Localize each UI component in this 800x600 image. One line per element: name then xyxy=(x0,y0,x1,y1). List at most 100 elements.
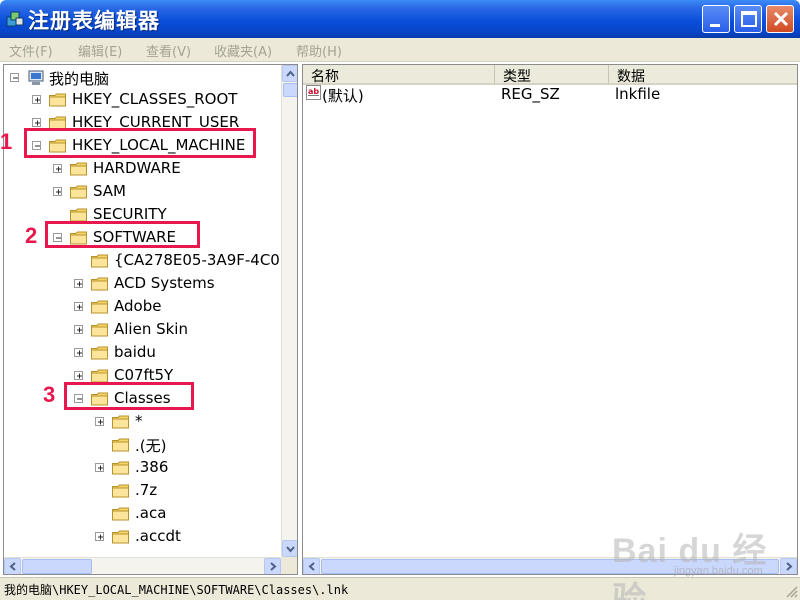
expand-icon xyxy=(56,189,61,195)
folder-icon xyxy=(70,185,87,199)
tree-node-label: Adobe xyxy=(114,297,162,315)
tree-expander[interactable] xyxy=(74,348,83,357)
tree-node[interactable]: * xyxy=(4,411,279,433)
maximize-icon xyxy=(741,11,757,27)
maximize-button[interactable] xyxy=(734,5,762,33)
tree-node-label: HKEY_CLASSES_ROOT xyxy=(72,90,238,108)
minimize-button[interactable] xyxy=(702,5,730,33)
value-type: REG_SZ xyxy=(501,85,560,103)
value-data: lnkfile xyxy=(615,85,661,103)
folder-icon xyxy=(91,346,108,360)
tree-expander[interactable] xyxy=(95,463,104,472)
scroll-right-button[interactable] xyxy=(264,558,281,574)
tree-root-my-computer[interactable]: 我的电脑 xyxy=(4,67,279,89)
scroll-left-button[interactable] xyxy=(4,558,21,574)
expand-icon xyxy=(98,419,103,425)
annotation-box-2 xyxy=(45,221,200,248)
tree-node[interactable]: ACD Systems xyxy=(4,273,279,295)
tree-expander[interactable] xyxy=(95,417,104,426)
tree-expander[interactable] xyxy=(53,187,62,196)
tree-node-label: 我的电脑 xyxy=(49,70,110,88)
menu-edit[interactable]: 编辑(E) xyxy=(78,41,122,60)
folder-icon xyxy=(70,208,87,222)
title-bar: 注册表编辑器 xyxy=(0,0,800,38)
column-header-type[interactable]: 类型 xyxy=(495,65,609,85)
regedit-icon xyxy=(6,11,24,27)
tree-node[interactable]: HKEY_CLASSES_ROOT xyxy=(4,89,279,111)
column-header-name[interactable]: 名称 xyxy=(303,65,495,85)
collapse-icon xyxy=(13,77,18,79)
annotation-number-3: 3 xyxy=(43,382,56,407)
tree-node-label: {CA278E05-3A9F-4C0D xyxy=(114,251,292,269)
tree-expander[interactable] xyxy=(74,325,83,334)
arrow-right-icon xyxy=(270,562,277,571)
expand-icon xyxy=(35,97,40,103)
tree-node-label: .aca xyxy=(135,504,167,522)
value-name[interactable]: (默认) xyxy=(322,85,364,106)
tree-node-label: .(无) xyxy=(135,437,167,455)
tree-horizontal-scrollbar[interactable] xyxy=(4,557,281,574)
arrow-left-icon xyxy=(9,562,16,571)
tree-node-label: Alien Skin xyxy=(114,320,188,338)
tree-expander[interactable] xyxy=(74,302,83,311)
tree-expander[interactable] xyxy=(32,95,41,104)
arrow-up-icon xyxy=(286,70,295,77)
tree-node-label: .7z xyxy=(135,481,158,499)
tree-node[interactable]: Adobe xyxy=(4,296,279,318)
tree-node[interactable]: .accdt xyxy=(4,526,279,548)
folder-icon xyxy=(112,507,129,521)
tree-vertical-scrollbar[interactable] xyxy=(281,65,297,557)
arrow-down-icon xyxy=(286,546,295,553)
annotation-number-1: 1 xyxy=(0,129,13,154)
tree-expander[interactable] xyxy=(74,371,83,380)
tree-node[interactable]: baidu xyxy=(4,342,279,364)
expand-icon xyxy=(35,120,40,126)
expand-icon xyxy=(56,166,61,172)
tree-node[interactable]: Alien Skin xyxy=(4,319,279,341)
tree-node[interactable]: HARDWARE xyxy=(4,158,279,180)
column-header-data[interactable]: 数据 xyxy=(609,65,797,85)
tree-expander[interactable] xyxy=(32,118,41,127)
tree-node[interactable]: .aca xyxy=(4,503,279,525)
expand-icon xyxy=(77,373,82,379)
folder-icon xyxy=(49,93,66,107)
menu-file[interactable]: 文件(F) xyxy=(9,41,53,60)
folder-icon xyxy=(91,277,108,291)
menu-view[interactable]: 查看(V) xyxy=(146,41,191,60)
folder-icon xyxy=(91,300,108,314)
folder-icon xyxy=(91,323,108,337)
tree-node-label: SAM xyxy=(93,182,127,200)
baidu-watermark: Bai du 经验 jingyan.baidu.com xyxy=(612,515,792,600)
menu-favorites[interactable]: 收藏夹(A) xyxy=(214,41,272,60)
folder-icon xyxy=(70,162,87,176)
tree-expander[interactable] xyxy=(95,532,104,541)
annotation-box-3 xyxy=(64,382,194,410)
string-value-icon: ab xyxy=(306,85,321,100)
tree-node-label: .accdt xyxy=(135,527,181,545)
tree-node[interactable]: SAM xyxy=(4,181,279,203)
folder-icon xyxy=(91,254,108,268)
tree-expander[interactable] xyxy=(10,73,19,82)
menu-bar: 文件(F) 编辑(E) 查看(V) 收藏夹(A) 帮助(H) xyxy=(0,38,800,62)
tree-node[interactable]: .(无) xyxy=(4,434,279,456)
tree-node-label: * xyxy=(135,412,143,430)
close-icon xyxy=(773,11,789,27)
scroll-corner xyxy=(281,557,297,574)
menu-help[interactable]: 帮助(H) xyxy=(296,41,342,60)
tree-node[interactable]: {CA278E05-3A9F-4C0D xyxy=(4,250,291,272)
scroll-thumb[interactable] xyxy=(283,83,297,97)
tree-expander[interactable] xyxy=(53,164,62,173)
tree-expander[interactable] xyxy=(74,279,83,288)
arrow-left-icon xyxy=(308,562,315,571)
folder-icon xyxy=(112,461,129,475)
folder-icon xyxy=(112,438,129,452)
scroll-up-button[interactable] xyxy=(282,65,297,82)
values-list[interactable]: 名称 类型 数据 ab (默认) REG_SZ lnkfile xyxy=(302,64,798,575)
folder-icon xyxy=(112,530,129,544)
scroll-thumb[interactable] xyxy=(22,559,92,574)
tree-node[interactable]: .386 xyxy=(4,457,279,479)
scroll-down-button[interactable] xyxy=(282,540,297,557)
close-button[interactable] xyxy=(766,5,794,33)
scroll-left-button[interactable] xyxy=(303,558,320,574)
tree-node[interactable]: .7z xyxy=(4,480,279,502)
